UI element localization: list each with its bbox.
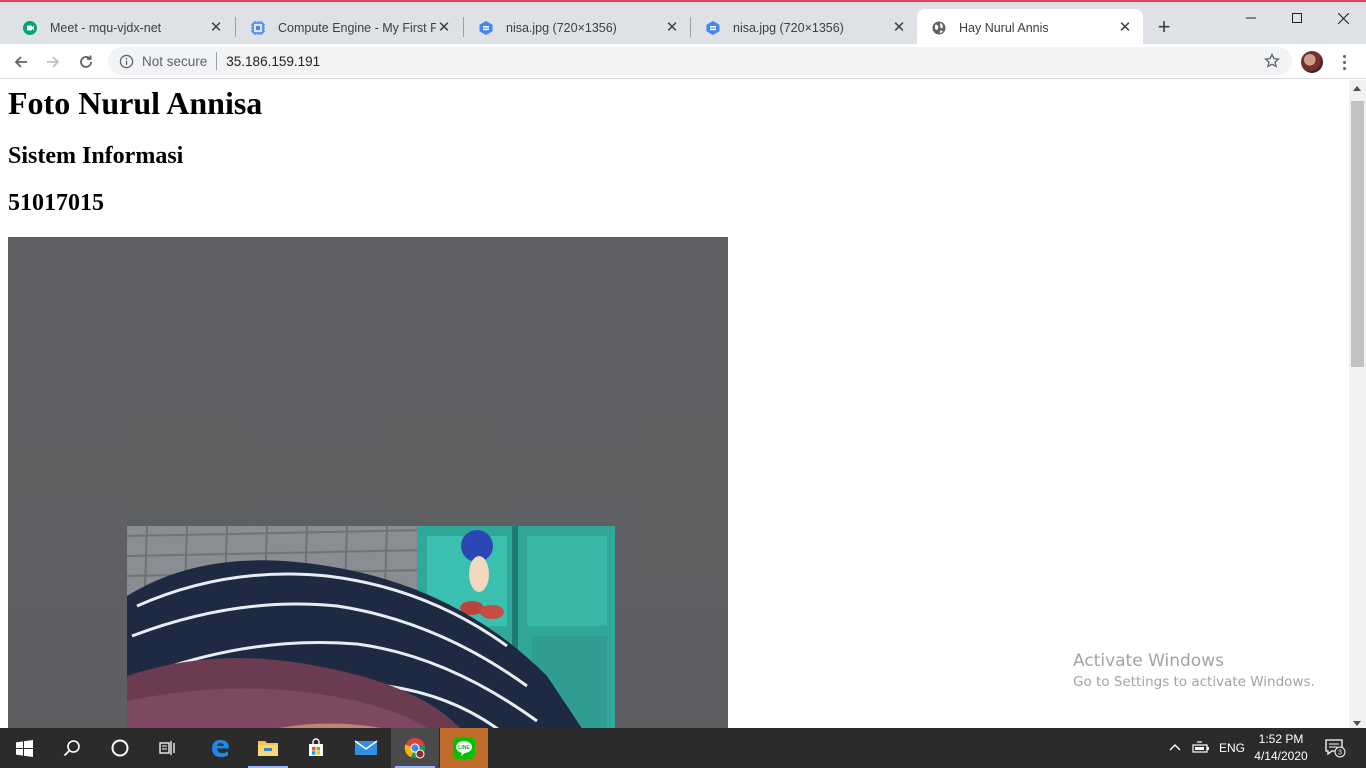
reload-icon[interactable] [72,48,100,76]
action-center-icon[interactable]: 3 [1324,728,1346,768]
close-tab-icon[interactable]: ✕ [891,19,907,36]
tab-title: Compute Engine - My First Pro [278,20,436,35]
tab-title: nisa.jpg (720×1356) [506,20,617,35]
tab-title: Hay Nurul Annis [959,20,1049,35]
menu-kebab-icon[interactable] [1336,50,1352,74]
watermark-subtitle: Go to Settings to activate Windows. [1073,674,1315,690]
search-icon[interactable] [48,728,96,768]
maximize-icon[interactable] [1274,4,1320,32]
clock-time: 1:52 PM [1258,732,1304,746]
info-icon[interactable] [118,53,134,69]
system-clock[interactable]: 1:52 PM 4/14/2020 [1250,731,1312,765]
task-view-icon[interactable] [144,728,192,768]
tab-nisa-jpg-2[interactable]: nisa.jpg (720×1356) ✕ [691,9,917,46]
address-divider [216,52,218,70]
scrollbar-thumb[interactable] [1351,101,1364,367]
activate-windows-watermark: Activate Windows Go to Settings to activ… [1073,651,1315,690]
language-indicator[interactable]: ENG [1219,728,1245,768]
cortana-icon[interactable] [96,728,144,768]
browser-toolbar: Not secure 35.186.159.191 [0,44,1366,79]
photo-frame [8,237,728,728]
page-viewport: Foto Nurul Annisa Sistem Informasi 51017… [0,80,1349,728]
forward-icon[interactable] [39,48,67,76]
windows-taskbar: LINE ENG 1:52 PM 4/14/2020 3 [0,728,1366,768]
globe-icon [931,20,947,36]
mail-icon[interactable] [342,728,390,768]
svg-text:LINE: LINE [458,745,470,751]
student-id: 51017015 [8,190,104,216]
tab-compute-engine[interactable]: Compute Engine - My First Pro ✕ [236,9,462,46]
scroll-down-icon[interactable] [1353,721,1361,726]
show-hidden-icons-icon[interactable] [1168,728,1182,768]
new-tab-icon[interactable]: + [1152,15,1176,39]
close-tab-icon[interactable]: ✕ [664,19,680,36]
page-title: Foto Nurul Annisa [8,85,263,121]
page-subtitle: Sistem Informasi [8,143,184,169]
vertical-scrollbar[interactable] [1349,80,1366,728]
compute-engine-icon [250,20,266,36]
file-explorer-icon[interactable] [244,728,292,768]
cloud-storage-icon [705,20,721,36]
address-bar[interactable]: Not secure 35.186.159.191 [108,47,1292,75]
battery-power-icon[interactable] [1192,728,1210,768]
notification-count: 3 [1338,750,1342,757]
watermark-title: Activate Windows [1073,651,1224,671]
back-icon[interactable] [7,48,35,76]
line-icon[interactable]: LINE [440,728,488,768]
close-tab-icon[interactable]: ✕ [208,19,224,36]
tab-meet[interactable]: Meet - mqu-vjdx-net ✕ [8,9,234,46]
chrome-icon[interactable] [391,728,439,768]
start-icon[interactable] [0,728,48,768]
tab-strip: Meet - mqu-vjdx-net ✕ Compute Engine - M… [0,0,1366,46]
student-photo [127,526,615,728]
cloud-storage-icon [478,20,494,36]
tab-title: Meet - mqu-vjdx-net [50,20,162,35]
tab-hay-nurul-annis[interactable]: Hay Nurul Annis ✕ [917,9,1143,46]
close-tab-icon[interactable]: ✕ [436,19,452,36]
url-text[interactable]: 35.186.159.191 [226,54,320,69]
bookmark-star-icon[interactable] [1264,52,1280,69]
minimize-icon[interactable] [1228,4,1274,32]
profile-avatar[interactable] [1301,51,1323,73]
tab-nisa-jpg-1[interactable]: nisa.jpg (720×1356) ✕ [464,9,690,46]
store-icon[interactable] [292,728,340,768]
scroll-up-icon[interactable] [1353,86,1361,91]
tab-title: nisa.jpg (720×1356) [733,20,844,35]
security-label[interactable]: Not secure [142,54,207,69]
clock-date: 4/14/2020 [1254,749,1308,763]
google-meet-icon [22,20,38,36]
edge-icon[interactable] [196,728,244,768]
close-tab-icon[interactable]: ✕ [1117,19,1133,36]
close-window-icon[interactable] [1320,4,1366,32]
